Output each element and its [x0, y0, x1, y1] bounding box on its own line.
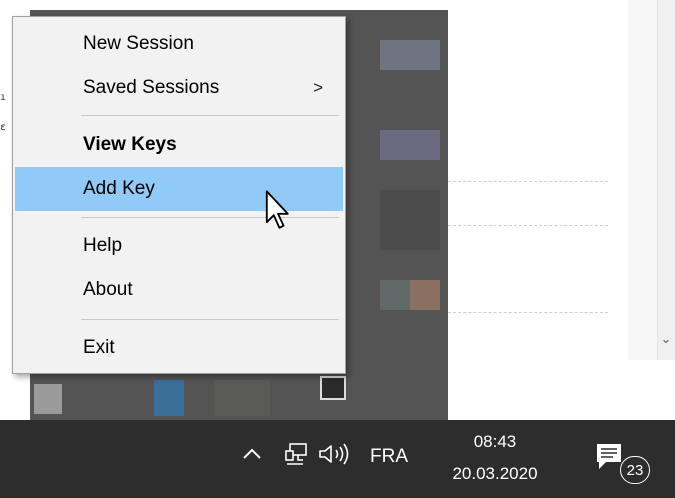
clock-date[interactable]: 20.03.2020 — [450, 464, 540, 484]
context-menu: New Session Saved Sessions > View Keys A… — [12, 16, 346, 374]
menu-item-about[interactable]: About — [15, 268, 343, 312]
background-panel — [628, 0, 658, 360]
divider — [448, 312, 608, 313]
menu-separator — [81, 115, 339, 116]
chevron-up-icon[interactable] — [238, 440, 266, 468]
menu-item-label: Add Key — [83, 178, 155, 199]
notification-count-badge: 23 — [620, 456, 650, 484]
network-icon[interactable] — [283, 440, 309, 468]
menu-item-label: New Session — [83, 33, 194, 54]
taskbar: FRA 08:43 20.03.2020 — [0, 420, 675, 498]
menu-item-label: About — [83, 279, 133, 300]
volume-icon[interactable] — [316, 440, 356, 468]
tray-app-icon[interactable] — [380, 190, 440, 250]
tray-app-icon[interactable] — [380, 130, 440, 160]
menu-item-add-key[interactable]: Add Key — [15, 167, 343, 211]
divider — [448, 225, 608, 226]
menu-separator — [81, 217, 339, 218]
menu-item-label: View Keys — [83, 134, 177, 155]
menu-item-label: Saved Sessions — [83, 77, 220, 98]
input-language[interactable]: FRA — [370, 446, 408, 468]
tray-app-icon[interactable] — [380, 280, 410, 310]
menu-item-exit[interactable]: Exit — [15, 326, 343, 370]
menu-item-view-keys[interactable]: View Keys — [15, 123, 343, 167]
menu-item-help[interactable]: Help — [15, 224, 343, 268]
tray-app-icon[interactable] — [154, 380, 184, 416]
menu-item-saved-sessions[interactable]: Saved Sessions > — [15, 66, 343, 110]
menu-separator — [81, 319, 339, 320]
menu-item-new-session[interactable]: New Session — [15, 22, 343, 66]
tray-app-icon[interactable] — [320, 376, 346, 400]
divider — [448, 181, 608, 182]
menu-item-label: Help — [83, 235, 123, 256]
scrollbar[interactable]: ⌄ — [657, 0, 675, 360]
scroll-down-icon[interactable]: ⌄ — [658, 324, 674, 354]
tray-app-icon[interactable] — [214, 380, 270, 416]
menu-item-label: Exit — [83, 337, 115, 358]
submenu-arrow-icon: > — [313, 78, 323, 97]
clock-time[interactable]: 08:43 — [450, 432, 540, 452]
clipped-text: ı — [0, 92, 7, 103]
tray-app-icon[interactable] — [380, 40, 440, 70]
tray-app-icon[interactable] — [34, 384, 62, 414]
tray-app-icon[interactable] — [410, 280, 440, 310]
clipped-text: ε — [0, 122, 7, 133]
mouse-cursor-icon — [265, 190, 289, 229]
